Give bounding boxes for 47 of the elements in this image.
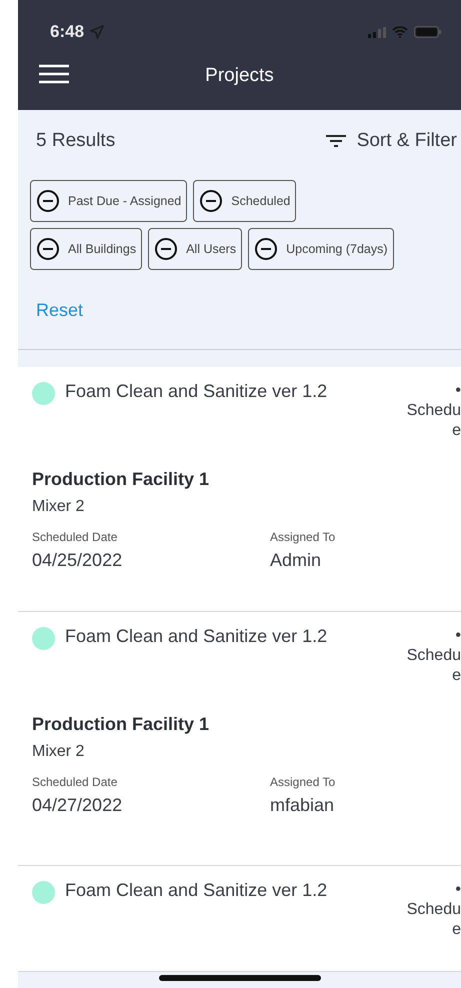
project-title: Foam Clean and Sanitize ver 1.2 bbox=[65, 381, 328, 402]
status-text: Schedu bbox=[406, 401, 461, 421]
status-text: • bbox=[455, 626, 461, 646]
facility-name: Production Facility 1 bbox=[32, 714, 210, 735]
status-text: Schedu bbox=[406, 900, 461, 920]
status-text: • bbox=[455, 381, 461, 401]
equipment-name: Mixer 2 bbox=[32, 743, 86, 761]
filter-chip[interactable]: Scheduled bbox=[193, 180, 296, 222]
equipment-name: Mixer 2 bbox=[32, 498, 86, 516]
facility-name: Production Facility 1 bbox=[32, 469, 210, 490]
status-text: • bbox=[455, 880, 461, 900]
minus-circle-icon bbox=[199, 189, 224, 213]
minus-circle-icon bbox=[36, 189, 60, 213]
location-arrow-icon bbox=[90, 25, 104, 39]
status-text: e bbox=[452, 421, 461, 441]
page-title: Projects bbox=[205, 65, 274, 87]
minus-circle-icon bbox=[36, 237, 60, 261]
project-card[interactable]: Foam Clean and Sanitize ver 1.2 • Schedu e Production Facility 1 Mixer 2 Scheduled Date Assigned To 04/25/2022 Admin bbox=[18, 367, 461, 612]
scheduled-date: 04/27/2022 bbox=[32, 795, 124, 816]
project-title: Foam Clean and Sanitize ver 1.2 bbox=[65, 626, 328, 647]
minus-circle-icon bbox=[154, 237, 178, 261]
date-label: Scheduled Date bbox=[32, 530, 118, 544]
minus-circle-icon bbox=[254, 237, 278, 261]
status-time: 6:48 bbox=[50, 22, 84, 42]
assigned-label: Assigned To bbox=[270, 530, 336, 544]
filter-chip[interactable]: Past Due - Assigned bbox=[30, 180, 188, 222]
assigned-user: Admin bbox=[270, 550, 322, 571]
project-card[interactable]: Foam Clean and Sanitize ver 1.2 • Schedu e bbox=[18, 866, 461, 972]
assigned-label: Assigned To bbox=[270, 775, 336, 789]
filter-chip[interactable]: All Users bbox=[148, 228, 242, 270]
assigned-user: mfabian bbox=[270, 795, 336, 816]
sort-filter-button[interactable]: Sort & Filter bbox=[324, 130, 457, 152]
wifi-icon bbox=[392, 26, 408, 38]
status-text: e bbox=[452, 666, 461, 686]
project-card[interactable]: Foam Clean and Sanitize ver 1.2 • Schedu e Production Facility 1 Mixer 2 Scheduled Date Assigned To 04/27/2022 mfabian bbox=[18, 612, 461, 866]
menu-button[interactable] bbox=[38, 64, 70, 84]
filter-chip[interactable]: Upcoming (7days) bbox=[248, 228, 394, 270]
status-text: Schedu bbox=[406, 646, 461, 666]
date-label: Scheduled Date bbox=[32, 775, 118, 789]
status-text: e bbox=[452, 920, 461, 940]
project-title: Foam Clean and Sanitize ver 1.2 bbox=[65, 880, 328, 901]
scheduled-date: 04/25/2022 bbox=[32, 550, 124, 571]
signal-icon bbox=[368, 26, 386, 38]
battery-icon bbox=[414, 26, 441, 38]
results-count: 5 Results bbox=[36, 130, 116, 152]
filter-chip[interactable]: All Buildings bbox=[30, 228, 142, 270]
filter-icon bbox=[324, 133, 347, 149]
